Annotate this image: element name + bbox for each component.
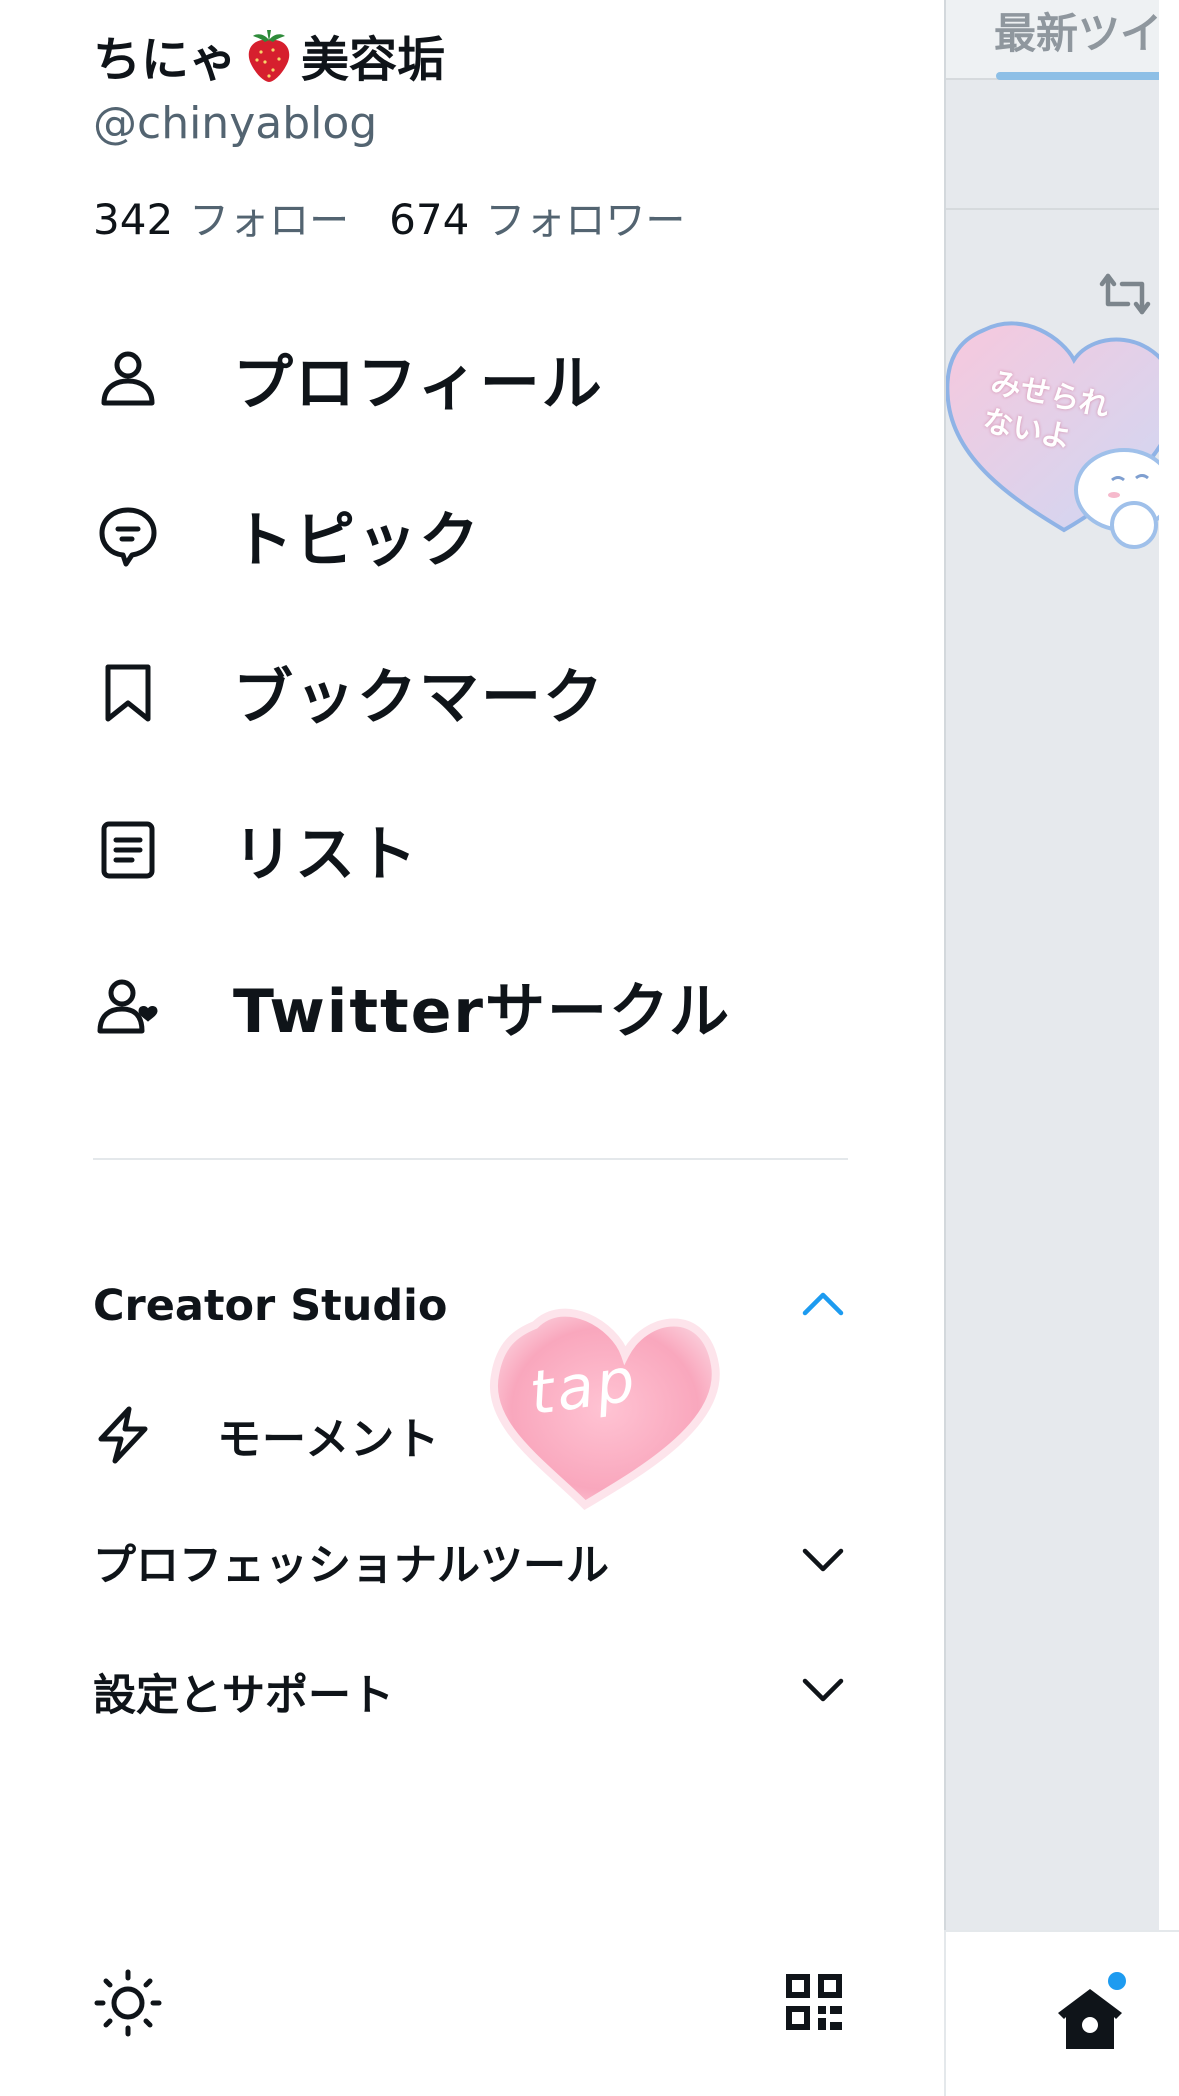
menu-label-lists: リスト (233, 820, 419, 890)
bottom-tab-bar (944, 1930, 1179, 2096)
settings-support-label: 設定とサポート (93, 1671, 394, 1721)
tab-underline (996, 72, 1159, 80)
home-icon[interactable] (1056, 1987, 1124, 2051)
menu-item-lists[interactable]: リスト (0, 771, 928, 928)
menu-label-profile: プロフィール (233, 349, 604, 419)
chevron-down-icon (798, 1665, 848, 1719)
following-count[interactable]: 342 (93, 195, 173, 244)
notification-dot (1108, 1972, 1126, 1990)
brightness-icon[interactable] (93, 1968, 163, 2038)
qr-code-icon[interactable] (784, 1972, 844, 2032)
timeline-band (946, 82, 1159, 210)
settings-support-toggle[interactable]: 設定とサポート (93, 1652, 848, 1732)
account-name-part-2: 美容垢 (301, 32, 446, 88)
follow-stats: 342 フォロー 674 フォロワー (93, 188, 725, 246)
followers-label[interactable]: フォロワー (485, 188, 685, 246)
drawer-menu: プロフィール トピック ブックマーク リスト Twitterサークル (0, 300, 928, 1085)
professional-tools-toggle[interactable]: プロフェッショナルツール (93, 1522, 848, 1602)
tap-sticker-text: tap (525, 1344, 642, 1430)
menu-item-profile[interactable]: プロフィール (0, 300, 928, 457)
person-heart-icon (93, 972, 163, 1042)
timeline-tab-header: 最新ツイ (946, 0, 1159, 80)
bookmark-icon (93, 658, 163, 728)
account-name[interactable]: ちにゃ 美容垢 (93, 20, 445, 90)
creator-studio-label: Creator Studio (93, 1281, 448, 1331)
menu-label-topics: トピック (233, 506, 481, 576)
topic-bubble-icon (93, 501, 163, 571)
menu-item-bookmarks[interactable]: ブックマーク (0, 614, 928, 771)
navigation-drawer: ちにゃ 美容垢 @chinyablog 342 フォロー 674 フォロワー プ… (0, 0, 928, 2096)
lightning-icon (98, 1406, 148, 1464)
account-handle[interactable]: @chinyablog (93, 98, 377, 149)
edge-strip (1159, 0, 1179, 2096)
menu-item-twitter-circle[interactable]: Twitterサークル (0, 928, 928, 1085)
timeline-tab-latest[interactable]: 最新ツイ (994, 0, 1159, 61)
following-label[interactable]: フォロー (189, 188, 349, 246)
chevron-down-icon (798, 1535, 848, 1589)
retweet-icon (1099, 273, 1151, 315)
account-name-part-1: ちにゃ (93, 32, 238, 88)
strawberry-emoji-icon (248, 30, 290, 82)
professional-tools-label: プロフェッショナルツール (93, 1541, 609, 1591)
menu-item-moments[interactable]: モーメント (93, 1395, 440, 1475)
followers-count[interactable]: 674 (389, 195, 469, 244)
menu-label-twitter-circle: Twitterサークル (233, 977, 732, 1047)
chevron-up-icon (798, 1279, 848, 1333)
menu-item-topics[interactable]: トピック (0, 457, 928, 614)
list-document-icon (93, 815, 163, 885)
menu-label-bookmarks: ブックマーク (233, 663, 605, 733)
moments-label: モーメント (217, 1414, 441, 1465)
drawer-divider (93, 1158, 848, 1160)
dimmed-timeline[interactable]: 最新ツイ みせられ ないよ (944, 0, 1159, 1930)
person-icon (93, 344, 163, 414)
